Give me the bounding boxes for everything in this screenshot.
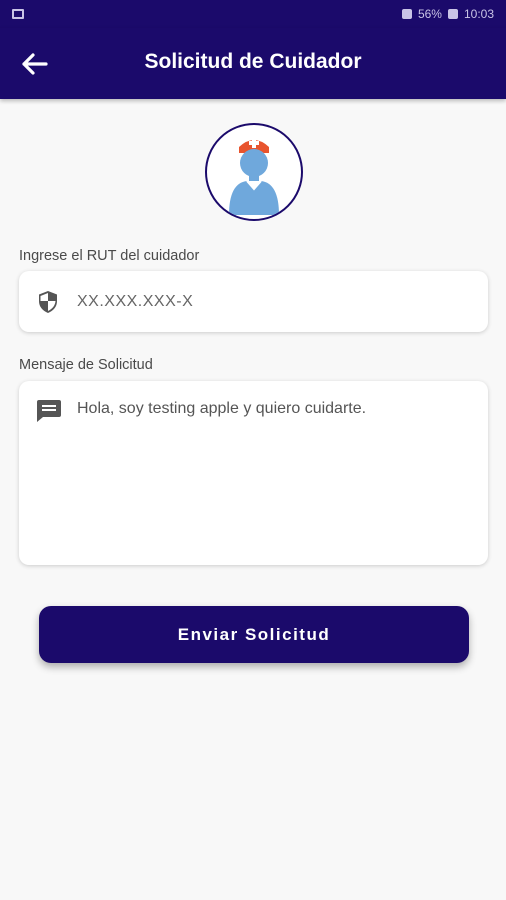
notification-icon <box>12 9 24 19</box>
battery-text: 56% <box>417 7 442 21</box>
message-textarea[interactable]: Hola, soy testing apple y quiero cuidart… <box>77 398 477 548</box>
page-title: Solicitud de Cuidador <box>144 50 362 73</box>
app-bar: Solicitud de Cuidador <box>0 28 506 99</box>
signal-icon <box>401 9 412 19</box>
avatar <box>205 123 303 221</box>
nurse-avatar-icon <box>229 138 279 215</box>
clock: 10:03 <box>463 7 494 21</box>
message-icon <box>37 400 61 422</box>
submit-button[interactable]: Enviar Solicitud <box>39 606 469 663</box>
message-field: Hola, soy testing apple y quiero cuidart… <box>19 381 488 565</box>
status-bar: 56% 10:03 <box>0 0 506 28</box>
status-icons: 56% 10:03 <box>401 7 494 21</box>
rut-label: Ingrese el RUT del cuidador <box>19 248 200 264</box>
rut-field <box>19 271 488 332</box>
shield-icon <box>39 291 57 313</box>
battery-icon <box>447 9 458 19</box>
message-label: Mensaje de Solicitud <box>19 357 153 373</box>
rut-input[interactable] <box>77 289 472 315</box>
